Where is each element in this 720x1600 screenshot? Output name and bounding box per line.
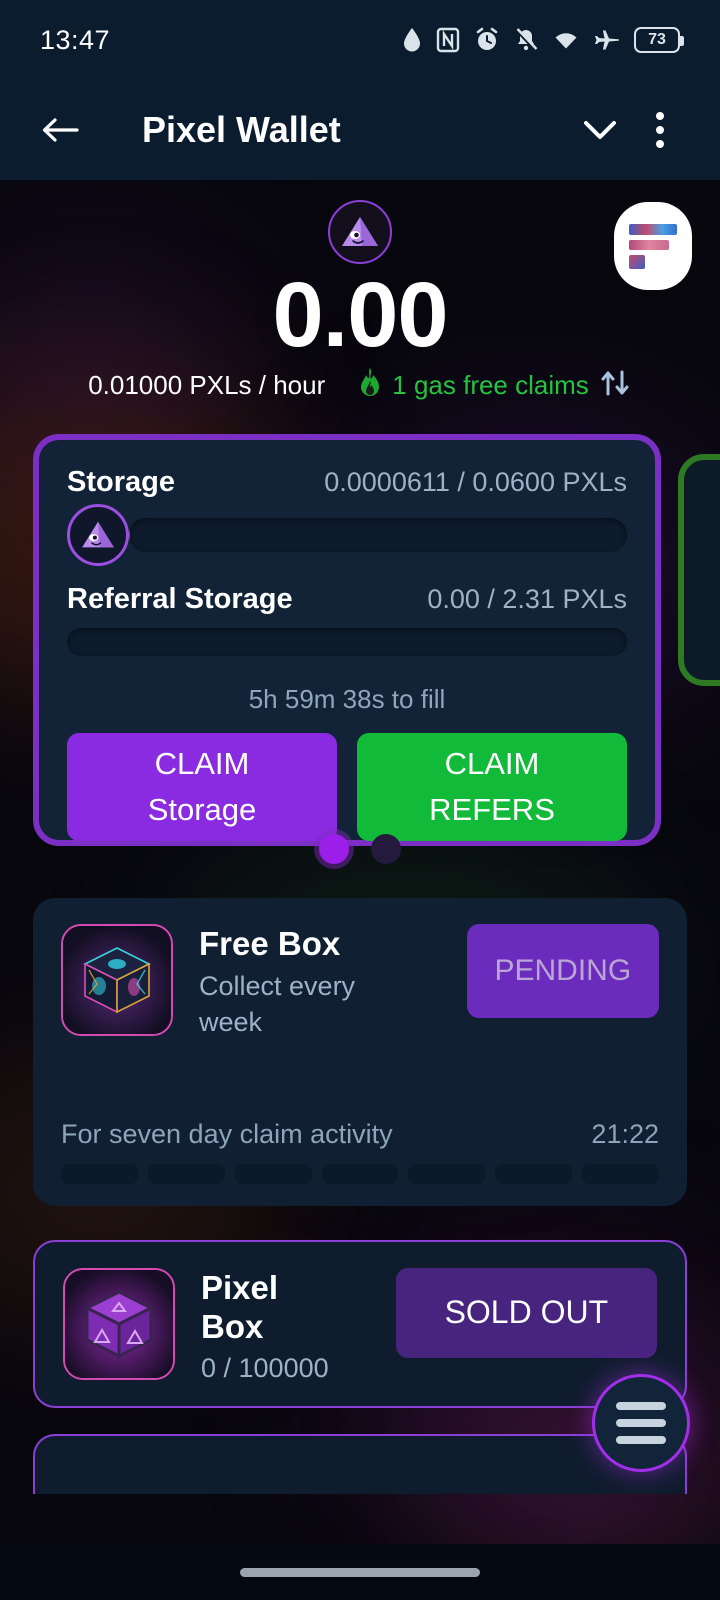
claim-refers-button[interactable]: CLAIM REFERS: [357, 733, 627, 842]
notifications-off-icon: [514, 27, 538, 53]
gas-claims-group[interactable]: 1 gas free claims: [357, 367, 632, 404]
storage-progress-bar: [129, 518, 627, 553]
day-segment: [321, 1163, 399, 1184]
pager-dot-active[interactable]: [319, 834, 349, 865]
free-box-pending-button[interactable]: PENDING: [466, 924, 659, 1019]
referral-header-row: Referral Storage 0.00 / 2.31 PXLs: [67, 583, 627, 616]
storage-carousel[interactable]: Storage 0.0000611 / 0.0600 PXLs Referral…: [0, 434, 720, 854]
page-title: Pixel Wallet: [142, 109, 341, 150]
claim-storage-line2: Storage: [147, 792, 257, 828]
claim-storage-button[interactable]: CLAIM Storage: [67, 733, 337, 842]
flame-icon: [357, 367, 383, 404]
swap-vertical-icon[interactable]: [598, 368, 632, 403]
pixel-box-title: Pixel Box: [201, 1268, 279, 1346]
storage-value: 0.0000611 / 0.0600 PXLs: [324, 467, 627, 498]
day-segment: [234, 1163, 312, 1184]
alarm-icon: [474, 27, 500, 53]
claim-refers-line2: REFERS: [429, 792, 555, 828]
profile-avatar-icon[interactable]: [614, 202, 692, 290]
pixel-box-texts: Pixel Box 0 / 100000: [201, 1268, 344, 1384]
claim-buttons-row: CLAIM Storage CLAIM REFERS: [67, 733, 627, 842]
nfc-icon: [436, 27, 460, 53]
hourly-rate: 0.01000 PXLs / hour: [88, 370, 326, 401]
day-segment: [61, 1163, 138, 1184]
carousel-pager: [0, 834, 720, 865]
pixel-box-icon: [63, 1267, 175, 1380]
status-bar: 13:47 73: [0, 0, 720, 80]
status-icons: 73: [402, 27, 684, 53]
gas-free-claims-text: 1 gas free claims: [392, 370, 589, 401]
balance-amount: 0.00: [272, 264, 448, 366]
balance-section: 0.00 0.01000 PXLs / hour 1 gas free clai…: [0, 180, 720, 404]
app-bar: Pixel Wallet: [0, 80, 720, 180]
free-box-activity-row: For seven day claim activity 21:22: [61, 1119, 659, 1150]
claim-storage-line1: CLAIM: [154, 745, 250, 781]
day-segment: [408, 1163, 486, 1184]
hamburger-menu-icon[interactable]: [592, 1374, 690, 1472]
pixel-box-card[interactable]: Pixel Box 0 / 100000 SOLD OUT: [33, 1239, 687, 1409]
pixel-box-supply: 0 / 100000: [201, 1353, 329, 1384]
gesture-handle[interactable]: [240, 1567, 480, 1577]
free-box-card[interactable]: Free Box Collect every week PENDING For …: [33, 898, 687, 1206]
wifi-icon: [552, 28, 580, 52]
pixel-triangle-icon: [328, 200, 392, 264]
free-box-title: Free Box: [199, 925, 341, 963]
balance-subline: 0.01000 PXLs / hour 1 gas free claims: [0, 367, 720, 404]
storage-header-row: Storage 0.0000611 / 0.0600 PXLs: [67, 466, 627, 499]
referral-value: 0.00 / 2.31 PXLs: [427, 584, 627, 615]
free-box-top: Free Box Collect every week PENDING: [61, 924, 659, 1040]
day-segment: [582, 1163, 660, 1184]
referral-label: Referral Storage: [67, 583, 293, 616]
pixel-triangle-icon: [67, 504, 129, 567]
back-arrow-icon[interactable]: [30, 100, 90, 160]
chevron-down-icon[interactable]: [570, 100, 630, 160]
fill-timer: 5h 59m 38s to fill: [248, 684, 446, 715]
free-box-description: Collect every week: [199, 970, 356, 1038]
day-segment: [147, 1163, 225, 1184]
battery-icon: 73: [634, 27, 684, 53]
referral-block: Referral Storage 0.00 / 2.31 PXLs: [67, 583, 627, 657]
day-segment: [495, 1163, 573, 1184]
system-navigation-bar: [0, 1544, 720, 1600]
airplane-mode-icon: [594, 28, 620, 52]
water-drop-icon: [402, 27, 422, 53]
activity-timer: 21:22: [591, 1118, 659, 1149]
pixel-box-top: Pixel Box 0 / 100000 SOLD OUT: [63, 1267, 657, 1384]
activity-description: For seven day claim activity: [61, 1118, 393, 1149]
status-time: 13:47: [40, 24, 111, 55]
storage-card: Storage 0.0000611 / 0.0600 PXLs Referral…: [33, 434, 661, 847]
loot-box-icon: [61, 924, 173, 1037]
pixel-box-soldout-button[interactable]: SOLD OUT: [395, 1267, 657, 1358]
storage-progress-row: [67, 504, 627, 567]
storage-label: Storage: [67, 466, 175, 499]
pager-dot[interactable]: [371, 834, 401, 865]
carousel-next-card[interactable]: [678, 454, 720, 687]
seven-day-segments: [61, 1163, 660, 1184]
battery-level: 73: [648, 31, 666, 48]
free-box-texts: Free Box Collect every week: [199, 924, 415, 1040]
app-screen: 13:47 73 Pixel Wallet 0.00 0.01000 PXLs …: [0, 0, 720, 1600]
more-vertical-icon[interactable]: [630, 100, 690, 160]
next-box-card-peek[interactable]: [33, 1434, 687, 1495]
claim-refers-line1: CLAIM: [444, 745, 540, 781]
referral-progress-bar: [67, 628, 627, 657]
